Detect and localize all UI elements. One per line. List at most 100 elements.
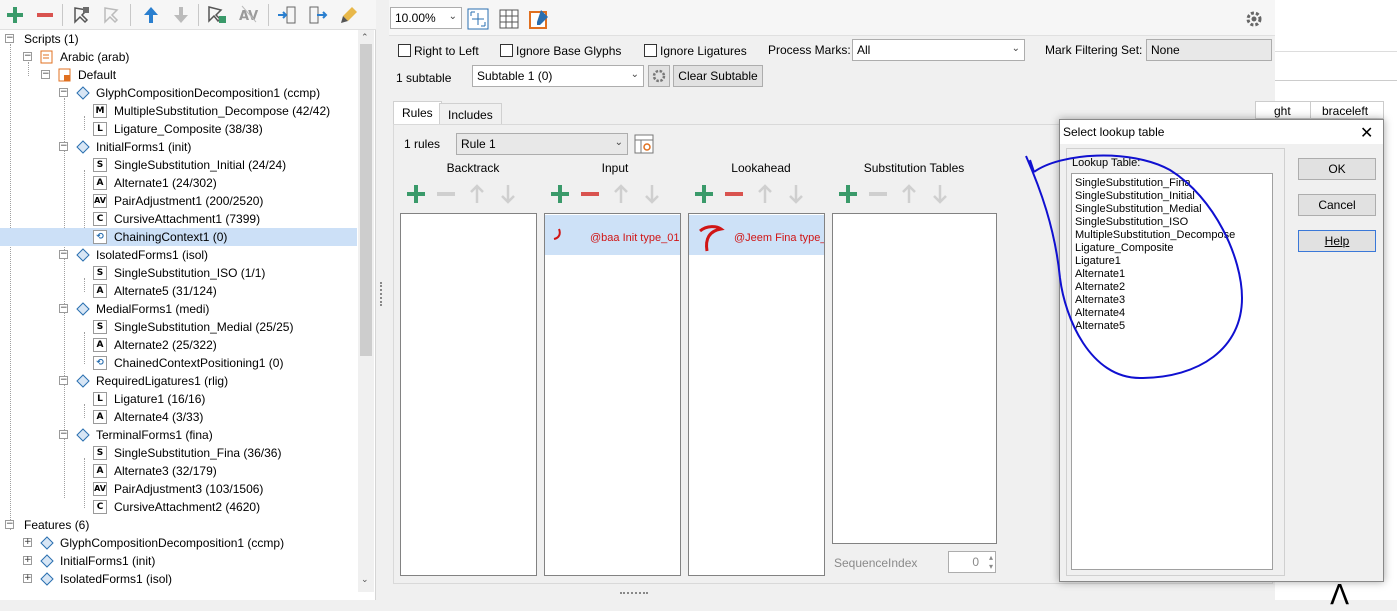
tree-lookup[interactable]: L Ligature1 (16/16) <box>0 390 357 408</box>
backtrack-add-icon[interactable] <box>404 182 428 206</box>
add-icon[interactable] <box>3 3 27 27</box>
collapse-icon[interactable]: − <box>59 142 68 151</box>
collapse-icon[interactable]: − <box>59 250 68 259</box>
settings-gear-icon[interactable] <box>1243 8 1265 30</box>
edit-lookup-icon[interactable] <box>70 3 94 27</box>
collapse-icon[interactable]: − <box>59 304 68 313</box>
move-up-icon[interactable] <box>139 3 163 27</box>
ignore-base-glyphs-checkbox[interactable] <box>500 44 513 57</box>
tree-lookup[interactable]: A Alternate5 (31/124) <box>0 282 357 300</box>
toolbar-separator <box>62 4 63 26</box>
collapse-icon[interactable]: − <box>59 376 68 385</box>
input-remove-icon[interactable] <box>578 182 602 206</box>
backtrack-list[interactable] <box>400 213 537 576</box>
tree-lookup[interactable]: A Alternate2 (25/322) <box>0 336 357 354</box>
subst-add-icon[interactable] <box>836 182 860 206</box>
tree-node-scripts[interactable]: − Scripts (1) <box>0 30 357 48</box>
tree-lookup[interactable]: S SingleSubstitution_ISO (1/1) <box>0 264 357 282</box>
tree-scrollbar-thumb[interactable] <box>360 44 372 356</box>
bottom-splitter-grip[interactable] <box>620 592 648 595</box>
ok-button[interactable]: OK <box>1298 158 1376 180</box>
tree-lookup[interactable]: L Ligature_Composite (38/38) <box>0 120 357 138</box>
grid-view-icon[interactable] <box>497 7 521 31</box>
right-divider <box>1275 80 1397 102</box>
scroll-up-arrow[interactable]: ⌃ <box>361 32 369 43</box>
right-to-left-checkbox[interactable] <box>398 44 411 57</box>
collapse-icon[interactable]: − <box>59 430 68 439</box>
ignore-ligatures-checkbox[interactable] <box>644 44 657 57</box>
kerning-icon[interactable]: AV <box>237 3 261 27</box>
remove-icon[interactable] <box>33 3 57 27</box>
tree-lookup[interactable]: A Alternate1 (24/302) <box>0 174 357 192</box>
collapse-icon[interactable]: − <box>5 34 14 43</box>
lookahead-glyph-entry[interactable]: @Jeem Fina type_ <box>689 215 824 255</box>
help-button[interactable]: Help <box>1298 230 1376 252</box>
subtable-select[interactable]: Subtable 1 (0) ⌄ <box>472 65 644 87</box>
tree-lookup-selected[interactable]: ⟲ ChainingContext1 (0) <box>0 228 357 246</box>
tree-feature[interactable]: + InitialForms1 (init) <box>0 552 357 570</box>
tab-rules[interactable]: Rules <box>393 101 442 125</box>
right-header-strip <box>1275 0 1397 52</box>
input-list[interactable] <box>544 213 681 576</box>
collapse-icon[interactable]: − <box>23 52 32 61</box>
zoom-select[interactable]: 10.00% ⌄ <box>390 7 462 29</box>
tree-lookup[interactable]: A Alternate4 (3/33) <box>0 408 357 426</box>
rule-select[interactable]: Rule 1 ⌄ <box>456 133 628 155</box>
tab-includes[interactable]: Includes <box>439 103 502 125</box>
tree-feature-fina[interactable]: − TerminalForms1 (fina) <box>0 426 357 444</box>
collapse-icon[interactable]: − <box>41 70 50 79</box>
input-glyph-entry[interactable]: @baa Init type_01 <box>545 215 680 255</box>
toolbar-separator <box>198 4 199 26</box>
spinner-arrows-icon[interactable]: ▴ ▾ <box>989 553 993 571</box>
edit-glyph-icon[interactable] <box>527 7 551 31</box>
collapse-icon[interactable]: − <box>59 88 68 97</box>
tree-lookup[interactable]: S SingleSubstitution_Medial (25/25) <box>0 318 357 336</box>
collapse-icon[interactable]: − <box>5 520 14 529</box>
lookahead-remove-icon[interactable] <box>722 182 746 206</box>
chain-context-icon: ⟲ <box>93 356 107 370</box>
tree-lookup[interactable]: AV PairAdjustment1 (200/2520) <box>0 192 357 210</box>
tree-feature-isol[interactable]: − IsolatedForms1 (isol) <box>0 246 357 264</box>
substitution-tables-list[interactable] <box>832 213 997 544</box>
mark-filtering-select[interactable]: None <box>1146 39 1272 61</box>
cancel-button[interactable]: Cancel <box>1298 194 1376 216</box>
panel-splitter[interactable] <box>376 0 388 600</box>
tree-lookup[interactable]: ⟲ ChainedContextPositioning1 (0) <box>0 354 357 372</box>
export-icon[interactable] <box>306 3 330 27</box>
tree-node-arabic[interactable]: − Arabic (arab) <box>0 48 357 66</box>
tree-feature-medi[interactable]: − MedialForms1 (medi) <box>0 300 357 318</box>
tree-lookup[interactable]: S SingleSubstitution_Initial (24/24) <box>0 156 357 174</box>
subtable-settings-button[interactable] <box>648 65 670 87</box>
scroll-down-arrow[interactable]: ⌄ <box>361 574 369 585</box>
tree-lookup[interactable]: C CursiveAttachment2 (4620) <box>0 498 357 516</box>
lookahead-list[interactable] <box>688 213 825 576</box>
expand-icon[interactable]: + <box>23 556 32 565</box>
tree-feature[interactable]: + IsolatedForms1 (isol) <box>0 570 357 588</box>
clean-icon[interactable] <box>337 3 361 27</box>
chevron-down-icon: ⌄ <box>614 137 623 148</box>
tree-node-default[interactable]: − Default <box>0 66 357 84</box>
rule-options-icon[interactable] <box>633 133 655 155</box>
input-add-icon[interactable] <box>548 182 572 206</box>
tag-lookup-icon[interactable] <box>205 3 229 27</box>
lookahead-add-icon[interactable] <box>692 182 716 206</box>
tree-feature-ccmp[interactable]: − GlyphCompositionDecomposition1 (ccmp) <box>0 84 357 102</box>
tree-lookup[interactable]: AV PairAdjustment3 (103/1506) <box>0 480 357 498</box>
tree-feature-rlig[interactable]: − RequiredLigatures1 (rlig) <box>0 372 357 390</box>
tree-lookup[interactable]: M MultipleSubstitution_Decompose (42/42) <box>0 102 357 120</box>
tree-lookup[interactable]: A Alternate3 (32/179) <box>0 462 357 480</box>
fit-view-icon[interactable] <box>466 7 490 31</box>
close-icon[interactable]: ✕ <box>1360 123 1373 142</box>
import-icon[interactable] <box>275 3 299 27</box>
process-marks-select[interactable]: All ⌄ <box>852 39 1025 61</box>
clear-subtable-button[interactable]: Clear Subtable <box>673 65 763 87</box>
tree-feature-init[interactable]: − InitialForms1 (init) <box>0 138 357 156</box>
tree-lookup[interactable]: S SingleSubstitution_Fina (36/36) <box>0 444 357 462</box>
expand-icon[interactable]: + <box>23 574 32 583</box>
expand-icon[interactable]: + <box>23 538 32 547</box>
tree-feature[interactable]: + GlyphCompositionDecomposition1 (ccmp) <box>0 534 357 552</box>
tree-node-features[interactable]: − Features (6) <box>0 516 357 534</box>
lookahead-header: Lookahead <box>731 161 791 175</box>
sequence-index-spinner[interactable]: 0 ▴ ▾ <box>948 551 996 573</box>
tree-lookup[interactable]: C CursiveAttachment1 (7399) <box>0 210 357 228</box>
